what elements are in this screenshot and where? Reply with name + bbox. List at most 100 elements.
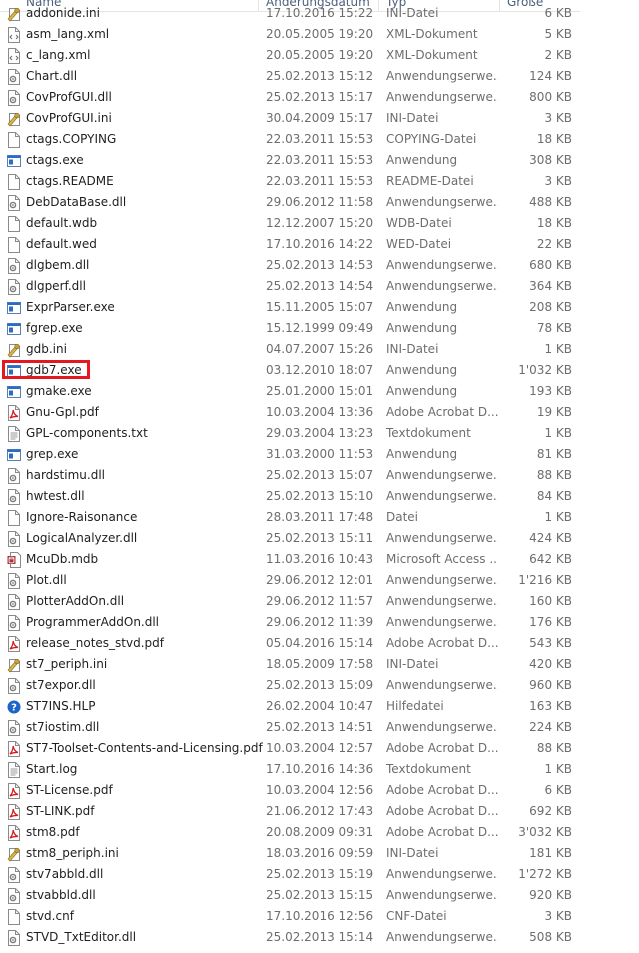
file-row[interactable]: asm_lang.xml 20.05.2005 19:20 XML-Dokument…: [0, 24, 580, 45]
file-row[interactable]: ST7-Toolset-Contents-and-Licensing.pdf 10…: [0, 738, 580, 759]
file-row[interactable]: STVD_TxtEditor.dll 25.02.2013 15:14 Anwend…: [0, 927, 580, 948]
file-name: c_lang.xml: [26, 48, 91, 62]
dll-file-icon: [7, 615, 21, 631]
file-row[interactable]: st7_periph.ini 18.05.2009 17:58 INI-Datei 4…: [0, 654, 580, 675]
file-row[interactable]: ST-License.pdf 10.03.2004 12:56 Adobe Acro…: [0, 780, 580, 801]
dll-file-icon: [7, 678, 21, 694]
file-row[interactable]: hardstimu.dll 25.02.2013 15:07 Anwendungse…: [0, 465, 580, 486]
file-type: Anwendungserwe...: [386, 678, 498, 692]
file-row[interactable]: ctags.COPYING 22.03.2011 15:53 COPYING-Dat…: [0, 129, 580, 150]
file-row[interactable]: PlotterAddOn.dll 29.06.2012 11:57 Anwendun…: [0, 591, 580, 612]
file-row[interactable]: fgrep.exe 15.12.1999 09:49 Anwendung 78 KB: [0, 318, 580, 339]
dll-file-icon: [7, 930, 21, 946]
file-name: ST7INS.HLP: [26, 699, 96, 713]
file-date: 05.04.2016 15:14: [266, 636, 374, 650]
file-row[interactable]: st7expor.dll 25.02.2013 15:09 Anwendungser…: [0, 675, 580, 696]
blank-file-icon: [7, 174, 21, 190]
file-row[interactable]: default.wed 17.10.2016 14:22 WED-Datei 22 K…: [0, 234, 580, 255]
file-row[interactable]: GPL-components.txt 29.03.2004 13:23 Textdo…: [0, 423, 580, 444]
help-file-icon: ?: [7, 699, 21, 715]
file-size: 88 KB: [536, 741, 572, 755]
file-date: 28.03.2011 17:48: [266, 510, 374, 524]
dll-file-icon: [7, 720, 21, 736]
file-date: 17.10.2016 14:36: [266, 762, 374, 776]
file-type: Anwendungserwe...: [386, 279, 498, 293]
file-row[interactable]: CovProfGUI.dll 25.02.2013 15:17 Anwendungs…: [0, 87, 580, 108]
file-row[interactable]: Ignore-Raisonance 28.03.2011 17:48 Datei 1 …: [0, 507, 580, 528]
file-name: Start.log: [26, 762, 78, 776]
file-row[interactable]: Start.log 17.10.2016 14:36 Textdokument 1 K…: [0, 759, 580, 780]
file-row[interactable]: grep.exe 31.03.2000 11:53 Anwendung 81 KB: [0, 444, 580, 465]
file-name: hardstimu.dll: [26, 468, 105, 482]
file-type: Adobe Acrobat D...: [386, 804, 498, 818]
file-row[interactable]: ctags.README 22.03.2011 15:53 README-Datei…: [0, 171, 580, 192]
file-type: INI-Datei: [386, 846, 439, 860]
file-row[interactable]: ProgrammerAddOn.dll 29.06.2012 11:39 Anwen…: [0, 612, 580, 633]
file-name: DebDataBase.dll: [26, 195, 127, 209]
file-row[interactable]: LogicalAnalyzer.dll 25.02.2013 15:11 Anwen…: [0, 528, 580, 549]
file-type: Microsoft Access ...: [386, 552, 498, 566]
file-row[interactable]: DebDataBase.dll 29.06.2012 11:58 Anwendung…: [0, 192, 580, 213]
file-row[interactable]: gdb.ini 04.07.2007 15:26 INI-Datei 1 KB: [0, 339, 580, 360]
file-row[interactable]: CovProfGUI.ini 30.04.2009 15:17 INI-Datei 3…: [0, 108, 580, 129]
text-file-icon: [7, 762, 21, 778]
file-date: 25.02.2013 15:07: [266, 468, 374, 482]
file-row[interactable]: stvd.cnf 17.10.2016 12:56 CNF-Datei 3 KB: [0, 906, 580, 927]
file-name: STVD_TxtEditor.dll: [26, 930, 137, 944]
file-row[interactable]: Gnu-Gpl.pdf 10.03.2004 13:36 Adobe Acrobat…: [0, 402, 580, 423]
file-type: Adobe Acrobat D...: [386, 825, 498, 839]
ini-settings-icon: [7, 846, 21, 862]
file-date: 30.04.2009 15:17: [266, 111, 374, 125]
file-type: Anwendungserwe...: [386, 195, 498, 209]
file-size: 1 KB: [544, 342, 572, 356]
file-type: Datei: [386, 510, 419, 524]
file-row[interactable]: stm8.pdf 20.08.2009 09:31 Adobe Acrobat D.…: [0, 822, 580, 843]
file-row[interactable]: gmake.exe 25.01.2000 15:01 Anwendung 193 KB: [0, 381, 580, 402]
file-row[interactable]: ctags.exe 22.03.2011 15:53 Anwendung 308 KB: [0, 150, 580, 171]
file-size: 488 KB: [529, 195, 572, 209]
file-row[interactable]: dlgbem.dll 25.02.2013 14:53 Anwendungserwe…: [0, 255, 580, 276]
file-row[interactable]: default.wdb 12.12.2007 15:20 WDB-Datei 18 K…: [0, 213, 580, 234]
file-row[interactable]: McuDb.mdb 11.03.2016 10:43 Microsoft Acces…: [0, 549, 580, 570]
file-row[interactable]: Chart.dll 25.02.2013 15:12 Anwendungserwe.…: [0, 66, 580, 87]
file-date: 25.02.2013 14:51: [266, 720, 374, 734]
file-name: ExprParser.exe: [26, 300, 115, 314]
file-row[interactable]: ? ST7INS.HLP 26.02.2004 10:47 Hilfedatei 163…: [0, 696, 580, 717]
file-row[interactable]: ST-LINK.pdf 21.06.2012 17:43 Adobe Acrobat…: [0, 801, 580, 822]
file-type: INI-Datei: [386, 657, 439, 671]
file-row[interactable]: st7iostim.dll 25.02.2013 14:51 Anwendungse…: [0, 717, 580, 738]
file-row[interactable]: c_lang.xml 20.05.2005 19:20 XML-Dokument 2 …: [0, 45, 580, 66]
file-date: 29.06.2012 11:58: [266, 195, 374, 209]
file-size: 308 KB: [529, 153, 572, 167]
file-row[interactable]: stvabbld.dll 25.02.2013 15:15 Anwendungser…: [0, 885, 580, 906]
file-row[interactable]: Plot.dll 29.06.2012 12:01 Anwendungserwe..…: [0, 570, 580, 591]
file-name: ProgrammerAddOn.dll: [26, 615, 160, 629]
file-name: McuDb.mdb: [26, 552, 99, 566]
file-date: 18.05.2009 17:58: [266, 657, 374, 671]
file-name: Plot.dll: [26, 573, 67, 587]
file-row[interactable]: ExprParser.exe 15.11.2005 15:07 Anwendung 2…: [0, 297, 580, 318]
file-date: 03.12.2010 18:07: [266, 363, 374, 377]
file-row[interactable]: release_notes_stvd.pdf 05.04.2016 15:14 Ad…: [0, 633, 580, 654]
file-date: 25.02.2013 15:19: [266, 867, 374, 881]
file-date: 25.02.2013 15:14: [266, 930, 374, 944]
file-type: Anwendungserwe...: [386, 468, 498, 482]
file-row[interactable]: addonide.ini 17.10.2016 15:22 INI-Datei 6 K…: [0, 3, 580, 24]
file-size: 6 KB: [544, 6, 572, 20]
file-size: 642 KB: [529, 552, 572, 566]
file-size: 1 KB: [544, 762, 572, 776]
file-date: 22.03.2011 15:53: [266, 132, 374, 146]
file-row[interactable]: hwtest.dll 25.02.2013 15:10 Anwendungserwe…: [0, 486, 580, 507]
file-row[interactable]: dlgperf.dll 25.02.2013 14:54 Anwendungserw…: [0, 276, 580, 297]
file-size: 508 KB: [529, 930, 572, 944]
file-row[interactable]: gdb7.exe 03.12.2010 18:07 Anwendung 1'032 K…: [0, 360, 580, 381]
file-row[interactable]: stv7abbld.dll 25.02.2013 15:19 Anwendungse…: [0, 864, 580, 885]
file-size: 163 KB: [529, 699, 572, 713]
file-size: 692 KB: [529, 804, 572, 818]
file-type: CNF-Datei: [386, 909, 447, 923]
text-file-icon: [7, 426, 21, 442]
file-type: Anwendung: [386, 300, 458, 314]
file-type: XML-Dokument: [386, 48, 478, 62]
file-row[interactable]: stm8_periph.ini 18.03.2016 09:59 INI-Datei…: [0, 843, 580, 864]
file-date: 25.02.2013 15:09: [266, 678, 374, 692]
